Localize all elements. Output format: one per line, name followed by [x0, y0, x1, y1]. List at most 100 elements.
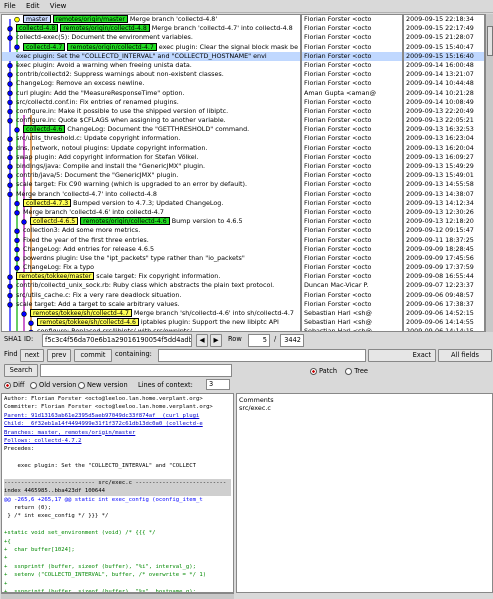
commit-row[interactable]: Merge branch 'collectd-4.7' into collect…	[2, 190, 300, 199]
diff-hscrollbar[interactable]	[1, 593, 234, 599]
commit-row[interactable]: powerdns plugin: Use the "ipt_packets" t…	[2, 254, 300, 263]
commit-author[interactable]: Florian Forster <octo	[302, 272, 402, 281]
commit-row[interactable]: collectd-4.7.3 Bumped version to 4.7.3; U…	[2, 198, 300, 208]
commit-date[interactable]: 2009-09-13 16:23:04	[404, 134, 484, 143]
find-input[interactable]	[158, 349, 366, 362]
commit-author[interactable]: Florian Forster <octo	[302, 236, 402, 245]
comments-item[interactable]: Comments	[239, 396, 490, 404]
commit-row[interactable]: ChangeLog: Fix a typo	[2, 263, 300, 272]
commit-date[interactable]: 2009-09-11 18:37:25	[404, 236, 484, 245]
search-input[interactable]	[40, 364, 232, 377]
diff-view[interactable]: Author: Florian Forster <octo@leeloo.lan…	[1, 393, 234, 593]
diff-radio[interactable]	[4, 381, 11, 389]
commit-author[interactable]: Florian Forster <octo	[302, 245, 402, 254]
commit-row[interactable]: src/utils_threshold.c: Update copyright …	[2, 134, 300, 143]
commit-row[interactable]: ChangeLog: Remove an excess newline.	[2, 79, 300, 88]
commit-date[interactable]: 2009-09-06 09:48:57	[404, 291, 484, 300]
ref-tag[interactable]: collectd-4.6.5	[30, 217, 79, 226]
commit-row[interactable]: collectd-4.6 ChangeLog: Document the "GET…	[2, 125, 300, 134]
commit-row[interactable]: collection3: Add some more metrics.	[2, 226, 300, 235]
commit-author[interactable]: Florian Forster <octo	[302, 98, 402, 107]
commit-row[interactable]: contrib/java/5: Document the "GenericJMX…	[2, 171, 300, 180]
date-list[interactable]: 2009-09-15 22:18:34 2009-09-15 22:17:49 20…	[403, 14, 485, 332]
ref-tag[interactable]: collectd-4.7.3	[23, 198, 72, 207]
commit-date[interactable]: 2009-09-13 16:32:53	[404, 125, 484, 134]
search-button[interactable]: Search	[4, 364, 38, 377]
commit-row[interactable]: remotes/tokkee/master scale target: Fix c…	[2, 272, 300, 281]
commit-row[interactable]: collectd-4.8 remotes/origin/collectd-4.8 M…	[2, 24, 300, 33]
commit-date[interactable]: 2009-09-13 22:20:49	[404, 107, 484, 116]
commit-row[interactable]: scale target: Fix C90 warning (which is …	[2, 180, 300, 189]
commit-row[interactable]: exec plugin: Set the "COLLECTD_INTERVAL"…	[2, 51, 300, 61]
ref-tag[interactable]: collectd-4.7	[23, 42, 66, 51]
commit-author[interactable]: Florian Forster <octo	[302, 226, 402, 235]
commit-row[interactable]: exec plugin: Avoid a warning when freein…	[2, 61, 300, 70]
commit-date[interactable]: 2009-09-15 15:16:40	[404, 51, 484, 61]
commit-author[interactable]: Sebastian Harl <sh@	[302, 309, 402, 318]
ref-tag[interactable]: remotes/tokkee/sh/collectd-4.7	[30, 309, 132, 317]
commit-author[interactable]: Florian Forster <octo	[302, 24, 402, 33]
commit-date[interactable]: 2009-09-15 22:18:34	[404, 15, 484, 24]
commit-date[interactable]: 2009-09-07 12:23:37	[404, 281, 484, 290]
commit-row[interactable]: Fixed the year of the first three entrie…	[2, 236, 300, 245]
commit-author[interactable]: Florian Forster <octo	[302, 153, 402, 162]
match-type-dropdown[interactable]: Exact	[368, 349, 436, 362]
back-arrow-icon[interactable]: ◀	[196, 334, 208, 347]
commit-date[interactable]: 2009-09-14 10:08:49	[404, 98, 484, 107]
ref-tag[interactable]: master	[23, 15, 51, 23]
commit-author[interactable]: Duncan Mac-Vicar P.	[302, 281, 402, 290]
ref-tag[interactable]: remotes/origin/collectd-4.8	[60, 24, 150, 33]
commit-author[interactable]: Florian Forster <octo	[302, 263, 402, 272]
commit-date[interactable]: 2009-09-13 14:55:58	[404, 180, 484, 189]
commit-author[interactable]: Florian Forster <octo	[302, 70, 402, 79]
commit-date[interactable]: 2009-09-14 13:21:07	[404, 70, 484, 79]
commit-date[interactable]: 2009-09-13 12:30:26	[404, 208, 484, 217]
commit-author[interactable]: Florian Forster <octo	[302, 125, 402, 134]
commit-author[interactable]: Sebastian Harl <sh@	[302, 318, 402, 327]
commit-row[interactable]: contrib/collectd2: Suppress warnings abo…	[2, 70, 300, 79]
scrollbar-thumb[interactable]	[487, 26, 493, 56]
commit-author[interactable]: Florian Forster <octo	[302, 79, 402, 88]
ref-tag[interactable]: remotes/origin/collectd-4.7	[67, 42, 157, 51]
commit-author[interactable]: Florian Forster <octo	[302, 51, 402, 61]
commit-author[interactable]: Florian Forster <octo	[302, 15, 402, 24]
commit-author[interactable]: Florian Forster <octo	[302, 134, 402, 143]
commit-date[interactable]: 2009-09-09 17:37:59	[404, 263, 484, 272]
commit-author[interactable]: Florian Forster <octo	[302, 291, 402, 300]
fields-dropdown[interactable]: All fields	[438, 349, 492, 362]
new-version-radio[interactable]	[78, 381, 85, 389]
commit-author[interactable]: Florian Forster <octo	[302, 254, 402, 263]
ref-tag[interactable]: collectd-4.6	[23, 125, 66, 134]
ref-tag[interactable]: remotes/tokkee/sh/collectd-4.6	[37, 318, 139, 327]
commit-author[interactable]: Florian Forster <octo	[302, 208, 402, 217]
ref-tag[interactable]: remotes/origin/master	[52, 15, 128, 23]
find-next-button[interactable]: next	[20, 349, 44, 362]
commit-row[interactable]: configure.in: Make it possible to use th…	[2, 107, 300, 116]
commit-date[interactable]: 2009-09-06 17:38:37	[404, 300, 484, 309]
menu-view[interactable]: View	[46, 0, 71, 12]
find-type-dropdown[interactable]: commit	[74, 349, 112, 362]
patch-radio[interactable]	[310, 367, 317, 375]
commit-row[interactable]: curl plugin: Add the "MeasureResponseTim…	[2, 89, 300, 98]
commit-date[interactable]: 2009-09-06 14:14:55	[404, 318, 484, 327]
commit-row[interactable]: src/collectd.conf.in: Fix entries of ren…	[2, 98, 300, 107]
commit-author[interactable]: Florian Forster <octo	[302, 217, 402, 226]
file-list[interactable]: Comments src/exec.c	[236, 393, 493, 593]
commit-author[interactable]: Florian Forster <octo	[302, 61, 402, 70]
menu-file[interactable]: File	[0, 0, 20, 12]
commit-list[interactable]: master remotes/origin/master Merge branch …	[1, 14, 301, 332]
ref-tag[interactable]: remotes/origin/collectd-4.6	[80, 217, 170, 226]
commit-date[interactable]: 2009-09-13 15:49:01	[404, 171, 484, 180]
commit-date[interactable]: 2009-09-13 22:05:21	[404, 116, 484, 125]
commit-date[interactable]: 2009-09-08 16:55:44	[404, 272, 484, 281]
commit-author[interactable]: Sebastian Harl <sh@	[302, 327, 402, 331]
commit-row[interactable]: remotes/tokkee/sh/collectd-4.7 Merge bran…	[2, 309, 300, 318]
commit-date[interactable]: 2009-09-06 14:52:15	[404, 309, 484, 318]
commit-row[interactable]: configure: Replaced src/libiptc/ with sr…	[2, 327, 300, 331]
commit-row[interactable]: bindings/java: Compile and install the "…	[2, 162, 300, 171]
commit-date[interactable]: 2009-09-09 17:45:56	[404, 254, 484, 263]
ref-tag[interactable]: collectd-4.8	[16, 24, 59, 33]
commit-date[interactable]: 2009-09-13 14:12:34	[404, 199, 484, 208]
commit-row[interactable]: collectd-4.7 remotes/origin/collectd-4.7 e…	[2, 42, 300, 52]
menu-edit[interactable]: Edit	[22, 0, 44, 12]
